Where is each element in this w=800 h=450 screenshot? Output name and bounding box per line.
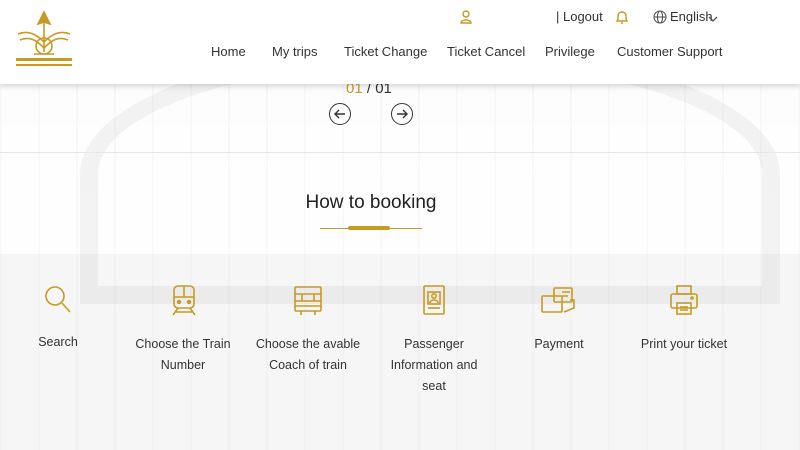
step-label: Choose the avable Coach of train (255, 337, 361, 372)
title-underline-accent (348, 226, 390, 230)
step-choose-coach: Choose the avable Coach of train (255, 284, 361, 384)
section-title: How to booking (305, 192, 437, 213)
passenger-icon (422, 284, 446, 323)
slide-next-button[interactable] (391, 103, 413, 125)
logout-link[interactable]: | Logout (556, 9, 603, 24)
nav-my-trips[interactable]: My trips (272, 44, 318, 59)
payment-icon (540, 284, 578, 323)
section-divider (0, 152, 800, 153)
step-label: Passenger Information and seat (390, 337, 478, 393)
step-passenger-info: Passenger Information and seat (384, 284, 484, 404)
site-header: | Logout English Home My trips Ticket Ch… (0, 0, 800, 84)
printer-icon (669, 284, 699, 323)
step-label: Print your ticket (640, 337, 728, 351)
step-payment: Payment (523, 284, 595, 364)
arrow-left-icon (334, 109, 345, 119)
search-icon (44, 284, 72, 321)
nav-ticket-cancel[interactable]: Ticket Cancel (447, 44, 525, 59)
arrow-right-icon (397, 109, 408, 119)
nav-privilege[interactable]: Privilege (545, 44, 595, 59)
train-icon (170, 284, 198, 323)
slide-prev-button[interactable] (329, 103, 351, 125)
step-label: Search (38, 335, 78, 349)
nav-ticket-change[interactable]: Ticket Change (344, 44, 427, 59)
globe-icon[interactable] (653, 10, 667, 24)
language-selector[interactable]: English (670, 9, 713, 24)
step-choose-train: Choose the Train Number (133, 284, 233, 384)
step-label: Choose the Train Number (135, 337, 231, 372)
step-label: Payment (534, 337, 584, 351)
nav-customer-support[interactable]: Customer Support (617, 44, 723, 59)
nav-home[interactable]: Home (211, 44, 246, 59)
railway-logo[interactable] (12, 8, 76, 72)
step-search: Search (22, 284, 94, 364)
chevron-down-icon[interactable] (708, 11, 718, 22)
user-icon[interactable] (459, 9, 475, 25)
bell-icon[interactable] (614, 9, 630, 25)
coach-icon (293, 284, 323, 323)
step-print-ticket: Print your ticket (634, 284, 734, 364)
